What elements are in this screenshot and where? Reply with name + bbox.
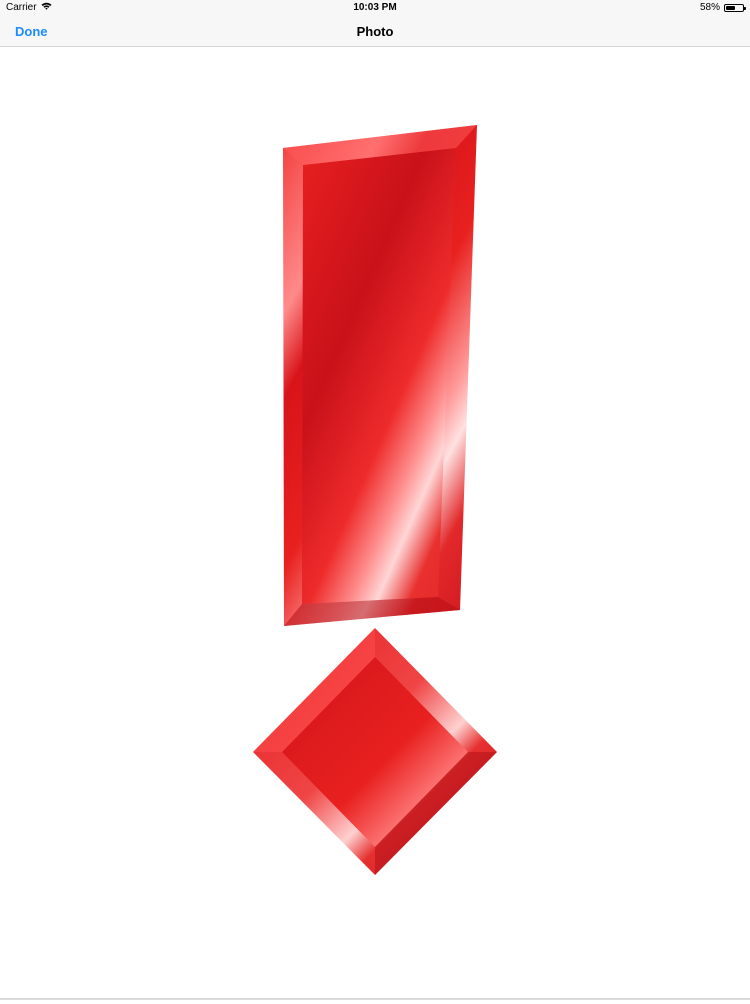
status-time: 10:03 PM — [353, 2, 397, 13]
exclamation-bar-inner — [302, 148, 456, 604]
battery-icon — [724, 4, 746, 12]
status-bar: Carrier 10:03 PM 58% — [0, 0, 750, 16]
done-button[interactable]: Done — [15, 16, 48, 47]
exclamation-mark-icon — [253, 125, 497, 875]
battery-level — [726, 6, 735, 10]
battery-percent: 58% — [699, 2, 720, 13]
status-right: 58% — [699, 0, 746, 16]
page-title: Photo — [356, 24, 394, 39]
navigation-bar: Done Photo — [0, 16, 750, 47]
exclamation-dot-inner — [282, 657, 468, 847]
photo-viewer[interactable] — [0, 47, 750, 999]
